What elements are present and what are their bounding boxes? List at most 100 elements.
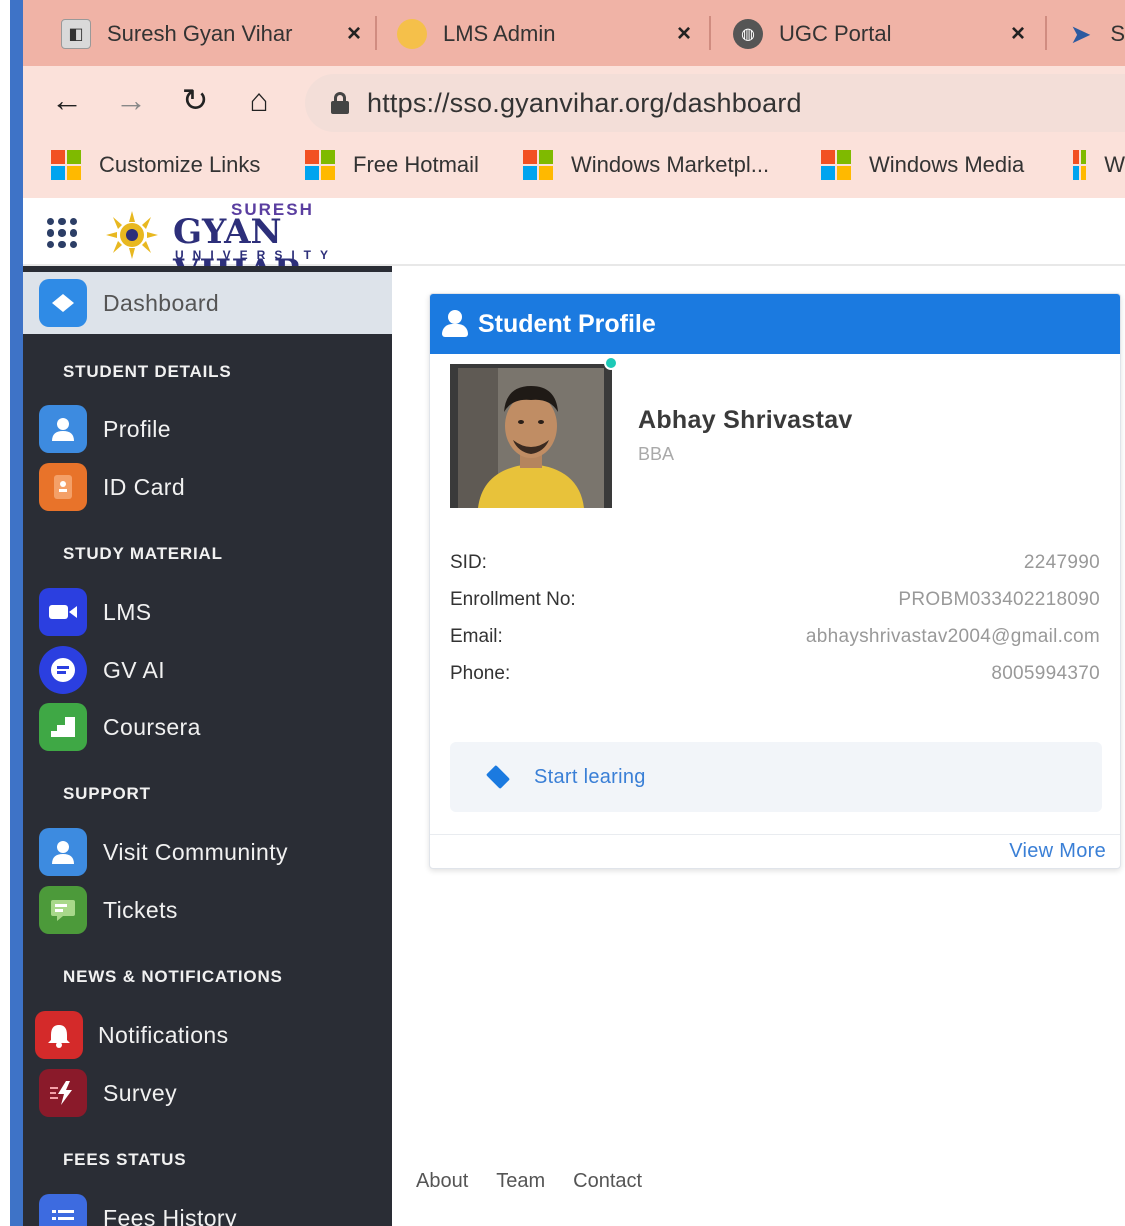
bookmark-windows-media[interactable]: Windows Media [821, 150, 1024, 180]
home-icon[interactable]: ⌂ [237, 78, 281, 122]
windows-logo-icon [51, 150, 81, 180]
bird-favicon-icon: ➤ [1069, 18, 1092, 49]
sidebar-item-lms[interactable]: LMS [23, 586, 392, 638]
sidebar-item-label: Dashboard [103, 289, 220, 316]
footer-contact-link[interactable]: Contact [573, 1170, 642, 1193]
address-bar[interactable]: https://sso.gyanvihar.org/dashboard [305, 74, 1125, 132]
info-value: 2247990 [1023, 552, 1100, 573]
start-learning-label: Start learing [534, 765, 646, 788]
reload-icon[interactable]: ↻ [173, 78, 217, 122]
sidebar-item-label: Fees History [103, 1204, 237, 1226]
windows-logo-icon [821, 150, 851, 180]
dashboard-icon [39, 279, 87, 327]
sidebar-item-label: GV AI [103, 656, 166, 683]
bookmark-windows-marketplace[interactable]: Windows Marketpl... [523, 150, 769, 180]
tab-separator [1045, 16, 1047, 50]
bookmark-label: Customize Links [99, 152, 261, 177]
browser-tab-bar: ◧ Suresh Gyan Vihar × LMS Admin × ◍ UGC … [23, 0, 1125, 66]
windows-logo-icon [523, 150, 553, 180]
student-photo [458, 368, 604, 508]
main-content: Student Profile Abhay Shrivastav BBA SID… [392, 268, 1125, 1226]
sidebar-item-visit-community[interactable]: Visit Communinty [23, 826, 392, 878]
bookmark-free-hotmail[interactable]: Free Hotmail [305, 150, 479, 180]
tab-title: LMS Admin [443, 21, 556, 46]
info-label: SID: [450, 552, 487, 573]
tab-close-icon[interactable]: × [677, 20, 691, 48]
bookmark-customize-links[interactable]: Customize Links [51, 150, 260, 180]
sidebar-item-profile[interactable]: Profile [23, 403, 392, 455]
tab-title: Suresh Gyan Vihar [107, 21, 293, 46]
sidebar: Dashboard STUDENT DETAILS Profile ID Car… [23, 266, 392, 1226]
window-border [10, 0, 23, 1226]
info-value: PROBM033402218090 [898, 589, 1100, 610]
sidebar-item-survey[interactable]: Survey [23, 1067, 392, 1119]
url-text[interactable]: https://sso.gyanvihar.org/dashboard [367, 88, 802, 119]
user-icon [39, 405, 87, 453]
list-icon [39, 1194, 87, 1226]
tab-title: UGC Portal [779, 21, 892, 46]
sidebar-item-label: ID Card [103, 473, 186, 500]
screen: ◧ Suresh Gyan Vihar × LMS Admin × ◍ UGC … [0, 0, 1125, 1226]
section-support: SUPPORT [63, 784, 151, 803]
sidebar-item-label: LMS [103, 598, 152, 625]
windows-logo-icon [1073, 150, 1087, 180]
info-row-sid: SID: 2247990 [450, 552, 1100, 582]
sidebar-item-coursera[interactable]: Coursera [23, 701, 392, 753]
page-favicon-icon: ◧ [61, 19, 91, 49]
tab-ugc-portal[interactable]: ◍ UGC Portal × [733, 6, 1025, 62]
student-name: Abhay Shrivastav [638, 406, 853, 434]
tab-title: S [1110, 21, 1125, 46]
back-arrow-icon[interactable]: ← [45, 78, 89, 122]
tab-suresh-gyan-vihar[interactable]: ◧ Suresh Gyan Vihar × [61, 6, 361, 62]
apps-grid-icon[interactable] [47, 218, 77, 248]
bookmark-partial[interactable]: W [1073, 150, 1125, 180]
tab-close-icon[interactable]: × [1011, 20, 1025, 48]
globe-icon: ◍ [733, 19, 763, 49]
message-icon [39, 886, 87, 934]
section-news-notifications: NEWS & NOTIFICATIONS [63, 967, 283, 986]
bookmark-label: W [1104, 152, 1125, 177]
diamond-icon [485, 764, 511, 790]
screen-edge [0, 0, 10, 1226]
id-card-icon [39, 463, 87, 511]
sidebar-item-gv-ai[interactable]: GV AI [23, 644, 392, 696]
student-program: BBA [638, 444, 675, 464]
logo-text-bottom: UNIVERSITY [175, 248, 338, 262]
info-value: abhayshrivastav2004@gmail.com [805, 626, 1100, 647]
sun-emblem-icon [106, 211, 158, 259]
tab-partial[interactable]: ➤ S [1067, 6, 1125, 62]
info-row-enrollment: Enrollment No: PROBM033402218090 [450, 589, 1100, 619]
tab-close-icon[interactable]: × [347, 20, 361, 48]
sidebar-item-fees-history[interactable]: Fees History [23, 1192, 392, 1226]
tab-separator [375, 16, 377, 50]
sidebar-item-label: Visit Communinty [103, 838, 288, 865]
university-logo[interactable]: SURESH GYAN VIHAR UNIVERSITY [103, 200, 393, 292]
card-header: Student Profile [430, 294, 1120, 354]
sidebar-item-dashboard[interactable]: Dashboard [23, 277, 392, 329]
view-more-link[interactable]: View More [1009, 840, 1106, 863]
info-value: 8005994370 [991, 663, 1100, 684]
sidebar-item-tickets[interactable]: Tickets [23, 884, 392, 936]
user-icon [39, 828, 87, 876]
sidebar-item-label: Profile [103, 415, 171, 442]
sidebar-item-id-card[interactable]: ID Card [23, 461, 392, 513]
section-student-details: STUDENT DETAILS [63, 362, 232, 381]
lock-icon[interactable] [331, 92, 349, 114]
tab-lms-admin[interactable]: LMS Admin × [397, 6, 691, 62]
forward-arrow-icon[interactable]: → [109, 78, 153, 122]
footer-team-link[interactable]: Team [496, 1170, 545, 1193]
footer-about-link[interactable]: About [416, 1170, 468, 1193]
browser-toolbar: ← → ↻ ⌂ https://sso.gyanvihar.org/dashbo… [23, 66, 1125, 136]
chat-bubble-icon [39, 646, 87, 694]
sidebar-item-label: Survey [103, 1079, 177, 1106]
sidebar-item-notifications[interactable]: Notifications [23, 1009, 392, 1061]
bookmark-label: Windows Media [869, 152, 1025, 177]
info-row-phone: Phone: 8005994370 [450, 663, 1100, 693]
info-label: Enrollment No: [450, 589, 576, 610]
info-label: Email: [450, 626, 503, 647]
start-learning-button[interactable]: Start learing [450, 742, 1102, 812]
lightning-icon [39, 1069, 87, 1117]
lms-favicon-icon [397, 19, 427, 49]
sidebar-item-label: Notifications [98, 1021, 229, 1048]
sidebar-item-label: Tickets [103, 896, 178, 923]
